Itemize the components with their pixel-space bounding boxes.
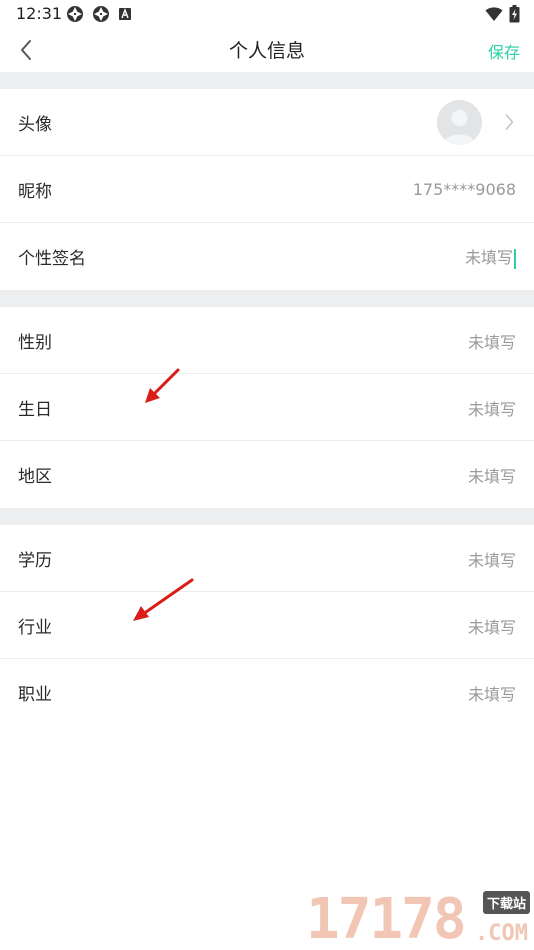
birthday-value: 未填写 [467, 399, 516, 419]
annotation-arrow-icon [133, 578, 194, 621]
education-value: 未填写 [467, 550, 516, 570]
education-label: 学历 [18, 551, 52, 571]
aperture-icon [67, 6, 83, 22]
wifi-icon [485, 7, 503, 21]
save-button[interactable]: 保存 [488, 39, 520, 63]
industry-label: 行业 [18, 618, 52, 638]
avatar-label: 头像 [18, 115, 52, 135]
section-divider [0, 508, 534, 525]
status-time: 12:31 [16, 4, 63, 23]
occupation-value: 未填写 [467, 684, 516, 704]
signature-placeholder: 未填写 [464, 248, 513, 268]
battery-charging-icon [509, 5, 520, 23]
signature-label: 个性签名 [18, 249, 86, 269]
nav-bar: 个人信息 保存 [0, 28, 534, 72]
region-label: 地区 [18, 467, 52, 487]
birthday-row[interactable]: 生日 未填写 [0, 374, 534, 441]
signature-input[interactable]: 未填写 [465, 244, 516, 269]
gender-value: 未填写 [467, 332, 516, 352]
notification-a-icon [119, 8, 131, 20]
industry-row[interactable]: 行业 未填写 [0, 592, 534, 659]
section-divider [0, 72, 534, 89]
chevron-right-icon [505, 114, 514, 130]
signature-row[interactable]: 个性签名 未填写 [0, 223, 534, 290]
nickname-label: 昵称 [18, 182, 52, 202]
gender-label: 性别 [18, 333, 52, 353]
education-row[interactable]: 学历 未填写 [0, 525, 534, 592]
section-divider [0, 290, 534, 307]
gender-row[interactable]: 性别 未填写 [0, 307, 534, 374]
default-avatar-icon [443, 110, 476, 145]
text-cursor [514, 248, 516, 269]
nickname-value: 175****9068 [412, 180, 516, 199]
aperture-icon [93, 6, 109, 22]
occupation-label: 职业 [18, 685, 52, 705]
annotation-arrow-icon [145, 368, 180, 403]
industry-value: 未填写 [467, 617, 516, 637]
region-row[interactable]: 地区 未填写 [0, 441, 534, 508]
watermark-tag: 下载站 [482, 891, 530, 914]
birthday-label: 生日 [18, 400, 52, 420]
status-bar: 12:31 [0, 0, 534, 28]
watermark-domain: .COM [475, 921, 528, 946]
avatar[interactable] [437, 100, 482, 145]
site-watermark: 17178 下载站 .COM [306, 888, 532, 950]
nickname-row[interactable]: 昵称 175****9068 [0, 156, 534, 223]
watermark-digits: 17178 [306, 887, 467, 950]
region-value: 未填写 [467, 466, 516, 486]
page-title: 个人信息 [228, 40, 305, 62]
occupation-row[interactable]: 职业 未填写 [0, 659, 534, 726]
avatar-row[interactable]: 头像 [0, 89, 534, 156]
